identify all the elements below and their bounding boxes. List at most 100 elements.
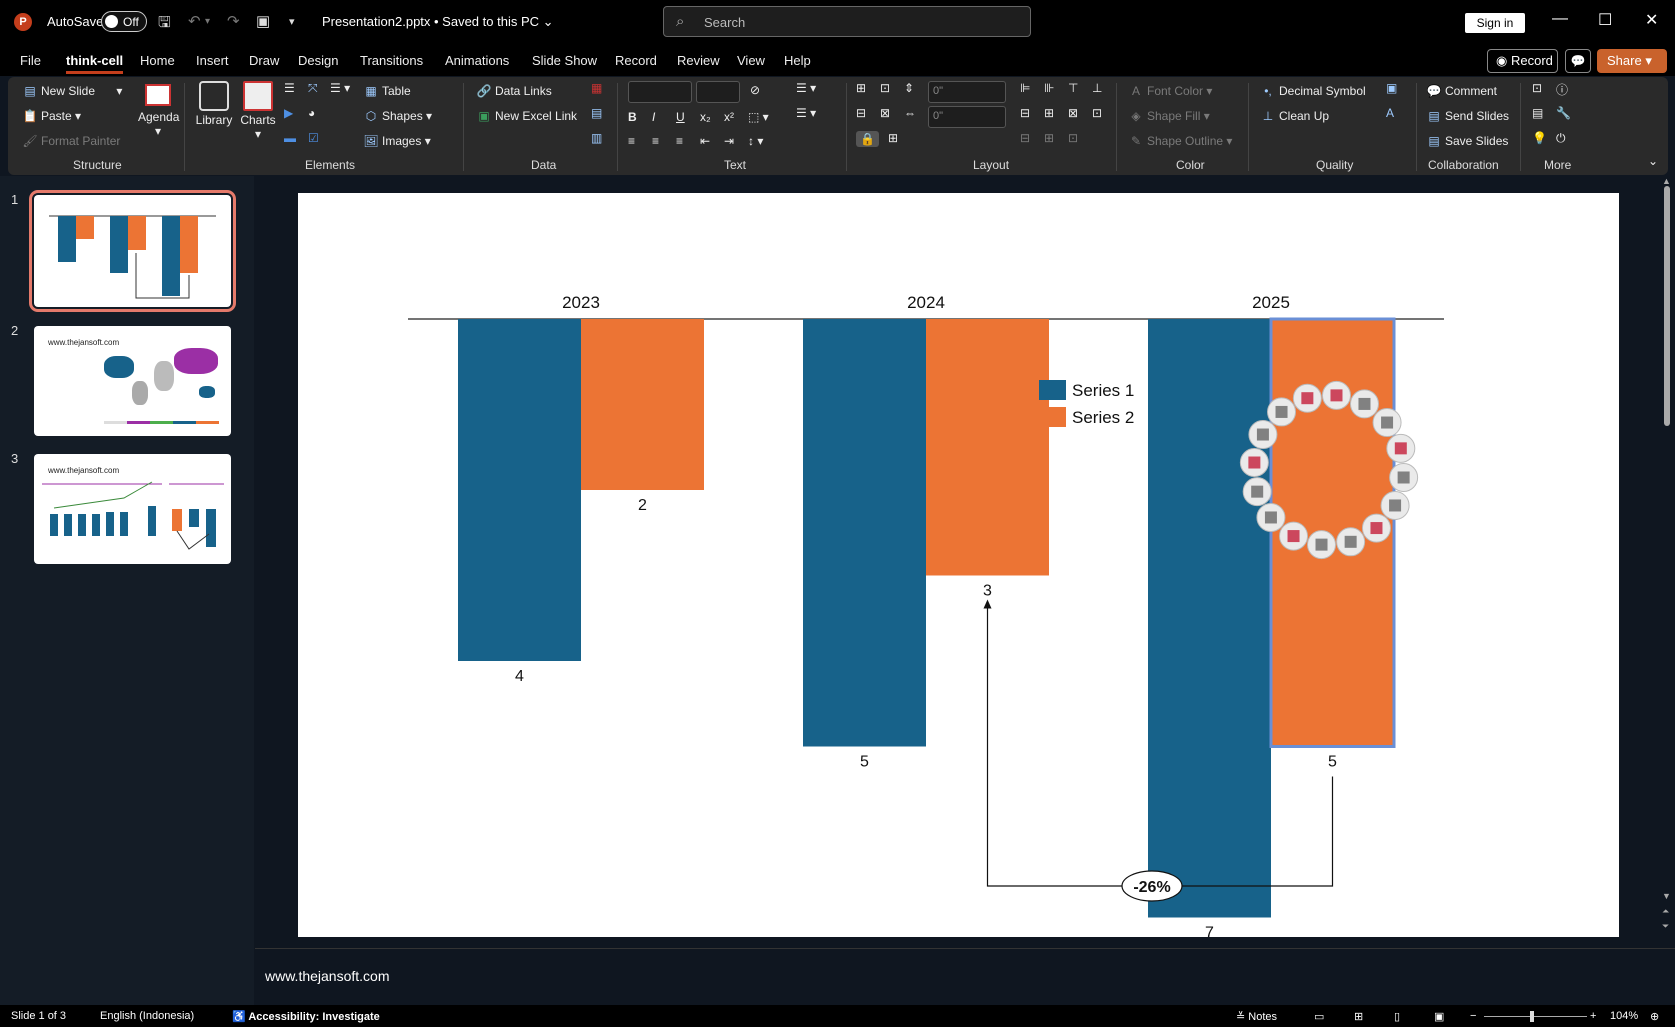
share-button[interactable]: Share ▾: [1597, 49, 1667, 73]
comment-button[interactable]: 💬 Comment: [1426, 84, 1498, 98]
tab-review[interactable]: Review: [677, 53, 720, 68]
new-excel-link-button[interactable]: ▣ New Excel Link: [476, 109, 577, 123]
same-height-icon[interactable]: ⊡: [880, 81, 890, 95]
checkbox-shape-icon[interactable]: ☑: [308, 131, 319, 145]
decrease-indent-icon[interactable]: ⇤: [700, 134, 710, 148]
image-fit-icon[interactable]: ⊡: [1068, 131, 1078, 145]
zoom-slider-thumb[interactable]: [1530, 1011, 1534, 1022]
agenda-button[interactable]: Agenda ▾: [138, 84, 179, 138]
slide-thumbnail-3[interactable]: www.thejansoft.com: [34, 454, 231, 564]
align-left-edges-icon[interactable]: ⊫: [1020, 81, 1030, 95]
align-center-h-icon[interactable]: ⊟: [1020, 106, 1030, 120]
align-top-edges-icon[interactable]: ⊤: [1068, 81, 1078, 95]
notes-tool-icon[interactable]: ▤: [1532, 106, 1543, 120]
font-size-dropdown[interactable]: [696, 81, 740, 103]
notes-text[interactable]: www.thejansoft.com: [265, 968, 390, 984]
slide-thumbnail-2[interactable]: www.thejansoft.com: [34, 326, 231, 436]
distribute-v-icon[interactable]: ⊡: [1092, 106, 1102, 120]
height-input[interactable]: 0": [928, 106, 1006, 128]
undo-dropdown-icon[interactable]: ▾: [205, 16, 210, 27]
notes-toggle[interactable]: ≚ Notes: [1236, 1010, 1277, 1023]
superscript-button[interactable]: x²: [724, 110, 734, 124]
stretch-icon[interactable]: ⊟: [1020, 131, 1030, 145]
sign-in-button[interactable]: Sign in: [1465, 13, 1525, 33]
tab-slide-show[interactable]: Slide Show: [532, 53, 597, 68]
bar-chart[interactable]: 2023 4 2 2024 5 3 2025 7 5 Series 1 Series 2 -26%: [298, 193, 1619, 942]
redo-icon[interactable]: ↷: [227, 12, 240, 30]
info-icon[interactable]: ⓘ: [1556, 81, 1568, 98]
slide-sorter-icon[interactable]: ⊞: [1354, 1010, 1363, 1023]
close-icon[interactable]: ✕: [1645, 10, 1658, 30]
font-name-dropdown[interactable]: [628, 81, 692, 103]
record-button[interactable]: ◉ Record: [1487, 49, 1558, 73]
slide-show-icon[interactable]: ▣: [1434, 1010, 1444, 1023]
data-sheet-icon[interactable]: ▥: [591, 131, 602, 145]
tab-transitions[interactable]: Transitions: [360, 53, 423, 68]
vertical-scrollbar[interactable]: ▲ ▼ ⏶ ⏷: [1660, 176, 1675, 946]
process-flow-icon[interactable]: ⤧: [308, 81, 318, 96]
tab-home[interactable]: Home: [140, 53, 175, 68]
comments-button[interactable]: 💬: [1565, 49, 1591, 73]
power-icon[interactable]: ⏻: [1556, 131, 1566, 146]
paste-button[interactable]: 📋 Paste ▾: [22, 109, 82, 123]
bar-series-2-2024[interactable]: [926, 319, 1049, 576]
pie-shape-icon[interactable]: ◕: [308, 106, 315, 120]
increase-indent-icon[interactable]: ⇥: [724, 134, 734, 148]
height-icon[interactable]: ⇕: [904, 81, 914, 95]
align-left-icon[interactable]: ≡: [628, 134, 635, 148]
tab-design[interactable]: Design: [298, 53, 338, 68]
accessibility-status[interactable]: ♿ Accessibility: Investigate: [232, 1010, 380, 1023]
notes-pane[interactable]: www.thejansoft.com: [255, 948, 1675, 1003]
tab-view[interactable]: View: [737, 53, 765, 68]
shape-fill-button[interactable]: ◈ Shape Fill ▾: [1128, 109, 1209, 123]
save-icon[interactable]: 🖫: [158, 12, 171, 37]
wrench-icon[interactable]: 🔧: [1556, 106, 1571, 120]
language-indicator[interactable]: English (Indonesia): [100, 1010, 194, 1022]
align-center-icon[interactable]: ≡: [652, 134, 659, 148]
chevron-shape-icon[interactable]: ▶: [284, 106, 293, 120]
zoom-out-icon[interactable]: −: [1470, 1010, 1476, 1022]
scroll-up-icon[interactable]: ▲: [1662, 176, 1671, 186]
new-slide-button[interactable]: ▤ New Slide ▾: [22, 84, 122, 98]
align-right-icon[interactable]: ≡: [676, 134, 683, 148]
maximize-icon[interactable]: ☐: [1598, 10, 1612, 30]
scrollbar-thumb[interactable]: [1664, 186, 1670, 426]
tab-insert[interactable]: Insert: [196, 53, 229, 68]
clear-formatting-icon[interactable]: ⊘: [750, 83, 760, 97]
undo-icon[interactable]: ↶: [188, 12, 201, 30]
bar-series-1-2023[interactable]: [458, 319, 581, 661]
zoom-in-icon[interactable]: +: [1590, 1010, 1596, 1022]
save-slides-button[interactable]: ▤ Save Slides: [1426, 134, 1508, 148]
tab-record[interactable]: Record: [615, 53, 657, 68]
table-button[interactable]: ▦ Table: [363, 84, 410, 98]
charts-button[interactable]: Charts ▾: [238, 81, 278, 141]
fit-icon[interactable]: ⊞: [1044, 131, 1054, 145]
align-right-edges-icon[interactable]: ⊪: [1044, 81, 1054, 95]
present-icon[interactable]: ▣: [256, 12, 270, 30]
distribute-icon[interactable]: ⊠: [880, 106, 890, 120]
same-width-icon[interactable]: ⊞: [856, 81, 866, 95]
rectangle-shape-icon[interactable]: ▬: [284, 131, 296, 145]
update-data-icon[interactable]: ▤: [591, 106, 602, 120]
tools-icon[interactable]: ⊡: [1532, 81, 1542, 95]
slide-thumbnail-1[interactable]: [29, 190, 236, 312]
minimize-icon[interactable]: —: [1552, 10, 1568, 28]
bar-series-2-2023[interactable]: [581, 319, 704, 490]
align-objects-icon[interactable]: ⊟: [856, 106, 866, 120]
reading-view-icon[interactable]: ▯: [1394, 1010, 1400, 1023]
decimal-symbol-button[interactable]: •, Decimal Symbol: [1260, 84, 1365, 98]
align-bottom-edges-icon[interactable]: ⊥: [1092, 81, 1102, 95]
data-links-button[interactable]: 🔗 Data Links: [476, 84, 552, 98]
bold-button[interactable]: B: [628, 110, 637, 124]
tab-animations[interactable]: Animations: [445, 53, 509, 68]
check-slide-icon[interactable]: ▣: [1386, 81, 1397, 95]
line-spacing-icon[interactable]: ↕ ▾: [748, 134, 763, 148]
text-list-icon[interactable]: ☰ ▾: [330, 81, 350, 95]
align-center-v-icon[interactable]: ⊞: [1044, 106, 1054, 120]
underline-button[interactable]: U: [676, 110, 685, 124]
autosave-toggle[interactable]: Off: [101, 11, 147, 32]
spelling-icon[interactable]: A: [1386, 106, 1394, 120]
library-button[interactable]: Library: [194, 81, 234, 127]
collapse-ribbon-icon[interactable]: ⌄: [1648, 154, 1658, 168]
distribute-h-icon[interactable]: ⊠: [1068, 106, 1078, 120]
